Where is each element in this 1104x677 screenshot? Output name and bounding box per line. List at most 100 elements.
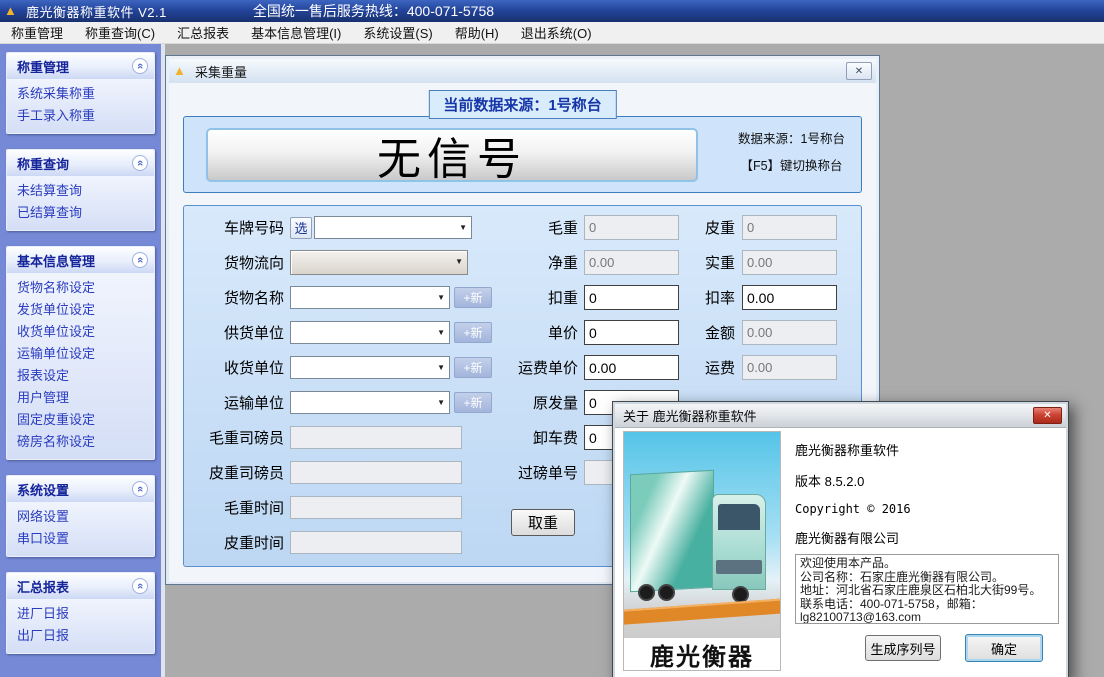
sidebar-item-unsettled-query[interactable]: 未结算查询: [7, 180, 154, 202]
gross-operator-label: 毛重司磅员: [192, 427, 284, 448]
freight-unit-price-field[interactable]: [584, 355, 679, 380]
actual-weight-field[interactable]: [742, 250, 837, 275]
transport-add-button[interactable]: +新: [454, 392, 492, 413]
sidebar-item-system-capture-weigh[interactable]: 系统采集称重: [7, 83, 154, 105]
close-icon[interactable]: ✕: [1033, 407, 1062, 424]
about-dialog: 关于 鹿光衡器称重软件 ✕ 鹿光衡器: [612, 401, 1069, 677]
sidebar-section-weigh-management: 称重管理 « 系统采集称重 手工录入称重: [6, 52, 155, 134]
plate-number-combobox[interactable]: ▼: [314, 216, 472, 239]
supplier-combobox[interactable]: ▼: [290, 321, 450, 344]
truck-grille: [716, 560, 762, 574]
chevron-up-icon[interactable]: «: [132, 481, 148, 497]
take-weight-button[interactable]: 取重: [511, 509, 575, 536]
menu-item-basic-info[interactable]: 基本信息管理(I): [240, 21, 352, 44]
chevron-up-icon[interactable]: «: [132, 252, 148, 268]
amount-field[interactable]: [742, 320, 837, 345]
truck-wheel: [638, 584, 655, 601]
sidebar-item-fixed-tare-setting[interactable]: 固定皮重设定: [7, 409, 154, 431]
ok-button[interactable]: 确定: [965, 634, 1043, 662]
sidebar-item-transport-setting[interactable]: 运输单位设定: [7, 343, 154, 365]
menu-item-help[interactable]: 帮助(H): [444, 21, 510, 44]
goods-name-combobox[interactable]: ▼: [290, 286, 450, 309]
tare-operator-label: 皮重司磅员: [192, 462, 284, 483]
menu-item-system-settings[interactable]: 系统设置(S): [352, 21, 443, 44]
sidebar-item-weighhouse-name-setting[interactable]: 磅房名称设定: [7, 431, 154, 453]
transport-combobox[interactable]: ▼: [290, 391, 450, 414]
tare-time-field[interactable]: [290, 531, 462, 554]
menu-bar: 称重管理 称重查询(C) 汇总报表 基本信息管理(I) 系统设置(S) 帮助(H…: [0, 22, 1104, 44]
truck-trailer: [630, 470, 714, 592]
sidebar-section-header[interactable]: 称重管理 «: [7, 53, 154, 79]
supplier-label: 供货单位: [192, 322, 284, 343]
gross-time-label: 毛重时间: [192, 497, 284, 518]
sidebar-section-header[interactable]: 基本信息管理 «: [7, 247, 154, 273]
sidebar-item-report-setting[interactable]: 报表设定: [7, 365, 154, 387]
sidebar-item-receiver-setting[interactable]: 收货单位设定: [7, 321, 154, 343]
company-info-box[interactable]: 欢迎使用本产品。 公司名称：石家庄鹿光衡器有限公司。 地址：河北省石家庄鹿泉区石…: [795, 554, 1059, 624]
form-left-column: 车牌号码 选 ▼ 货物流向 ▼ 货物名称 ▼ +新: [192, 210, 502, 560]
chevron-down-icon: ▼: [437, 293, 445, 302]
goods-flow-combobox[interactable]: ▼: [290, 250, 468, 275]
receiver-combobox[interactable]: ▼: [290, 356, 450, 379]
supplier-add-button[interactable]: +新: [454, 322, 492, 343]
receiver-label: 收货单位: [192, 357, 284, 378]
gross-weight-label: 毛重: [502, 217, 578, 238]
transport-label: 运输单位: [192, 392, 284, 413]
tare-weight-field[interactable]: [742, 215, 837, 240]
tare-operator-field[interactable]: [290, 461, 462, 484]
sidebar-item-network-settings[interactable]: 网络设置: [7, 506, 154, 528]
menu-item-weigh-management[interactable]: 称重管理: [0, 21, 74, 44]
section-title: 称重管理: [17, 57, 69, 76]
ticket-number-label: 过磅单号: [502, 462, 578, 483]
generate-serial-button[interactable]: 生成序列号: [865, 635, 941, 661]
content-area: 称重管理 « 系统采集称重 手工录入称重 称重查询 « 未结算查询 已结算查询: [0, 44, 1104, 677]
freight-unit-price-label: 运费单价: [502, 357, 578, 378]
sidebar-item-outbound-daily-report[interactable]: 出厂日报: [7, 625, 154, 647]
freight-field[interactable]: [742, 355, 837, 380]
chevron-up-icon[interactable]: «: [132, 578, 148, 594]
chevron-down-icon: ▼: [459, 223, 467, 232]
menu-item-summary-report[interactable]: 汇总报表: [166, 21, 240, 44]
chevron-up-icon[interactable]: «: [132, 58, 148, 74]
sidebar-item-settled-query[interactable]: 已结算查询: [7, 202, 154, 224]
unit-price-field[interactable]: [584, 320, 679, 345]
truck-caption: 鹿光衡器: [624, 638, 780, 670]
sidebar-item-goods-name-setting[interactable]: 货物名称设定: [7, 277, 154, 299]
actual-weight-label: 实重: [687, 252, 735, 273]
goods-flow-label: 货物流向: [192, 252, 284, 273]
freight-label: 运费: [687, 357, 735, 378]
sidebar-item-serial-port-settings[interactable]: 串口设置: [7, 528, 154, 550]
sidebar-section-header[interactable]: 汇总报表 «: [7, 573, 154, 599]
hotline-text: 全国统一售后服务热线：400-071-5758: [253, 1, 494, 21]
sidebar-item-inbound-daily-report[interactable]: 进厂日报: [7, 603, 154, 625]
weight-display-panel: 无信号 数据来源：1号称台 【F5】键切换称台: [183, 116, 862, 193]
net-weight-field[interactable]: [584, 250, 679, 275]
gross-operator-field[interactable]: [290, 426, 462, 449]
deduct-weight-field[interactable]: [584, 285, 679, 310]
chevron-up-icon[interactable]: «: [132, 155, 148, 171]
sidebar-item-user-management[interactable]: 用户管理: [7, 387, 154, 409]
menu-item-exit[interactable]: 退出系统(O): [510, 21, 603, 44]
gross-time-field[interactable]: [290, 496, 462, 519]
receiver-add-button[interactable]: +新: [454, 357, 492, 378]
section-title: 系统设置: [17, 480, 69, 499]
sidebar-section-basic-info: 基本信息管理 « 货物名称设定 发货单位设定 收货单位设定 运输单位设定 报表设…: [6, 246, 155, 460]
deduct-rate-field[interactable]: [742, 285, 837, 310]
plate-select-button[interactable]: 选: [290, 217, 312, 239]
gross-weight-field[interactable]: [584, 215, 679, 240]
sidebar-item-manual-entry-weigh[interactable]: 手工录入称重: [7, 105, 154, 127]
source-line: 数据来源：1号称台: [724, 126, 859, 153]
product-name: 鹿光衡器称重软件: [795, 440, 911, 459]
capture-window-titlebar[interactable]: ▲ 采集重量 ✕: [169, 59, 876, 83]
sidebar-section-header[interactable]: 系统设置 «: [7, 476, 154, 502]
menu-item-weigh-query[interactable]: 称重查询(C): [74, 21, 166, 44]
tare-time-label: 皮重时间: [192, 532, 284, 553]
sidebar-section-header[interactable]: 称重查询 «: [7, 150, 154, 176]
section-title: 基本信息管理: [17, 251, 95, 270]
about-dialog-titlebar[interactable]: 关于 鹿光衡器称重软件 ✕: [615, 404, 1066, 428]
goods-name-add-button[interactable]: +新: [454, 287, 492, 308]
mdi-desktop: ▲ 采集重量 ✕ 当前数据来源：1号称台 无信号 数据来源：1号称台 【F5】键…: [169, 44, 1104, 677]
sidebar-item-shipper-setting[interactable]: 发货单位设定: [7, 299, 154, 321]
window-title: 鹿光衡器称重软件 V2.1: [26, 2, 167, 21]
close-icon[interactable]: ✕: [846, 62, 872, 80]
